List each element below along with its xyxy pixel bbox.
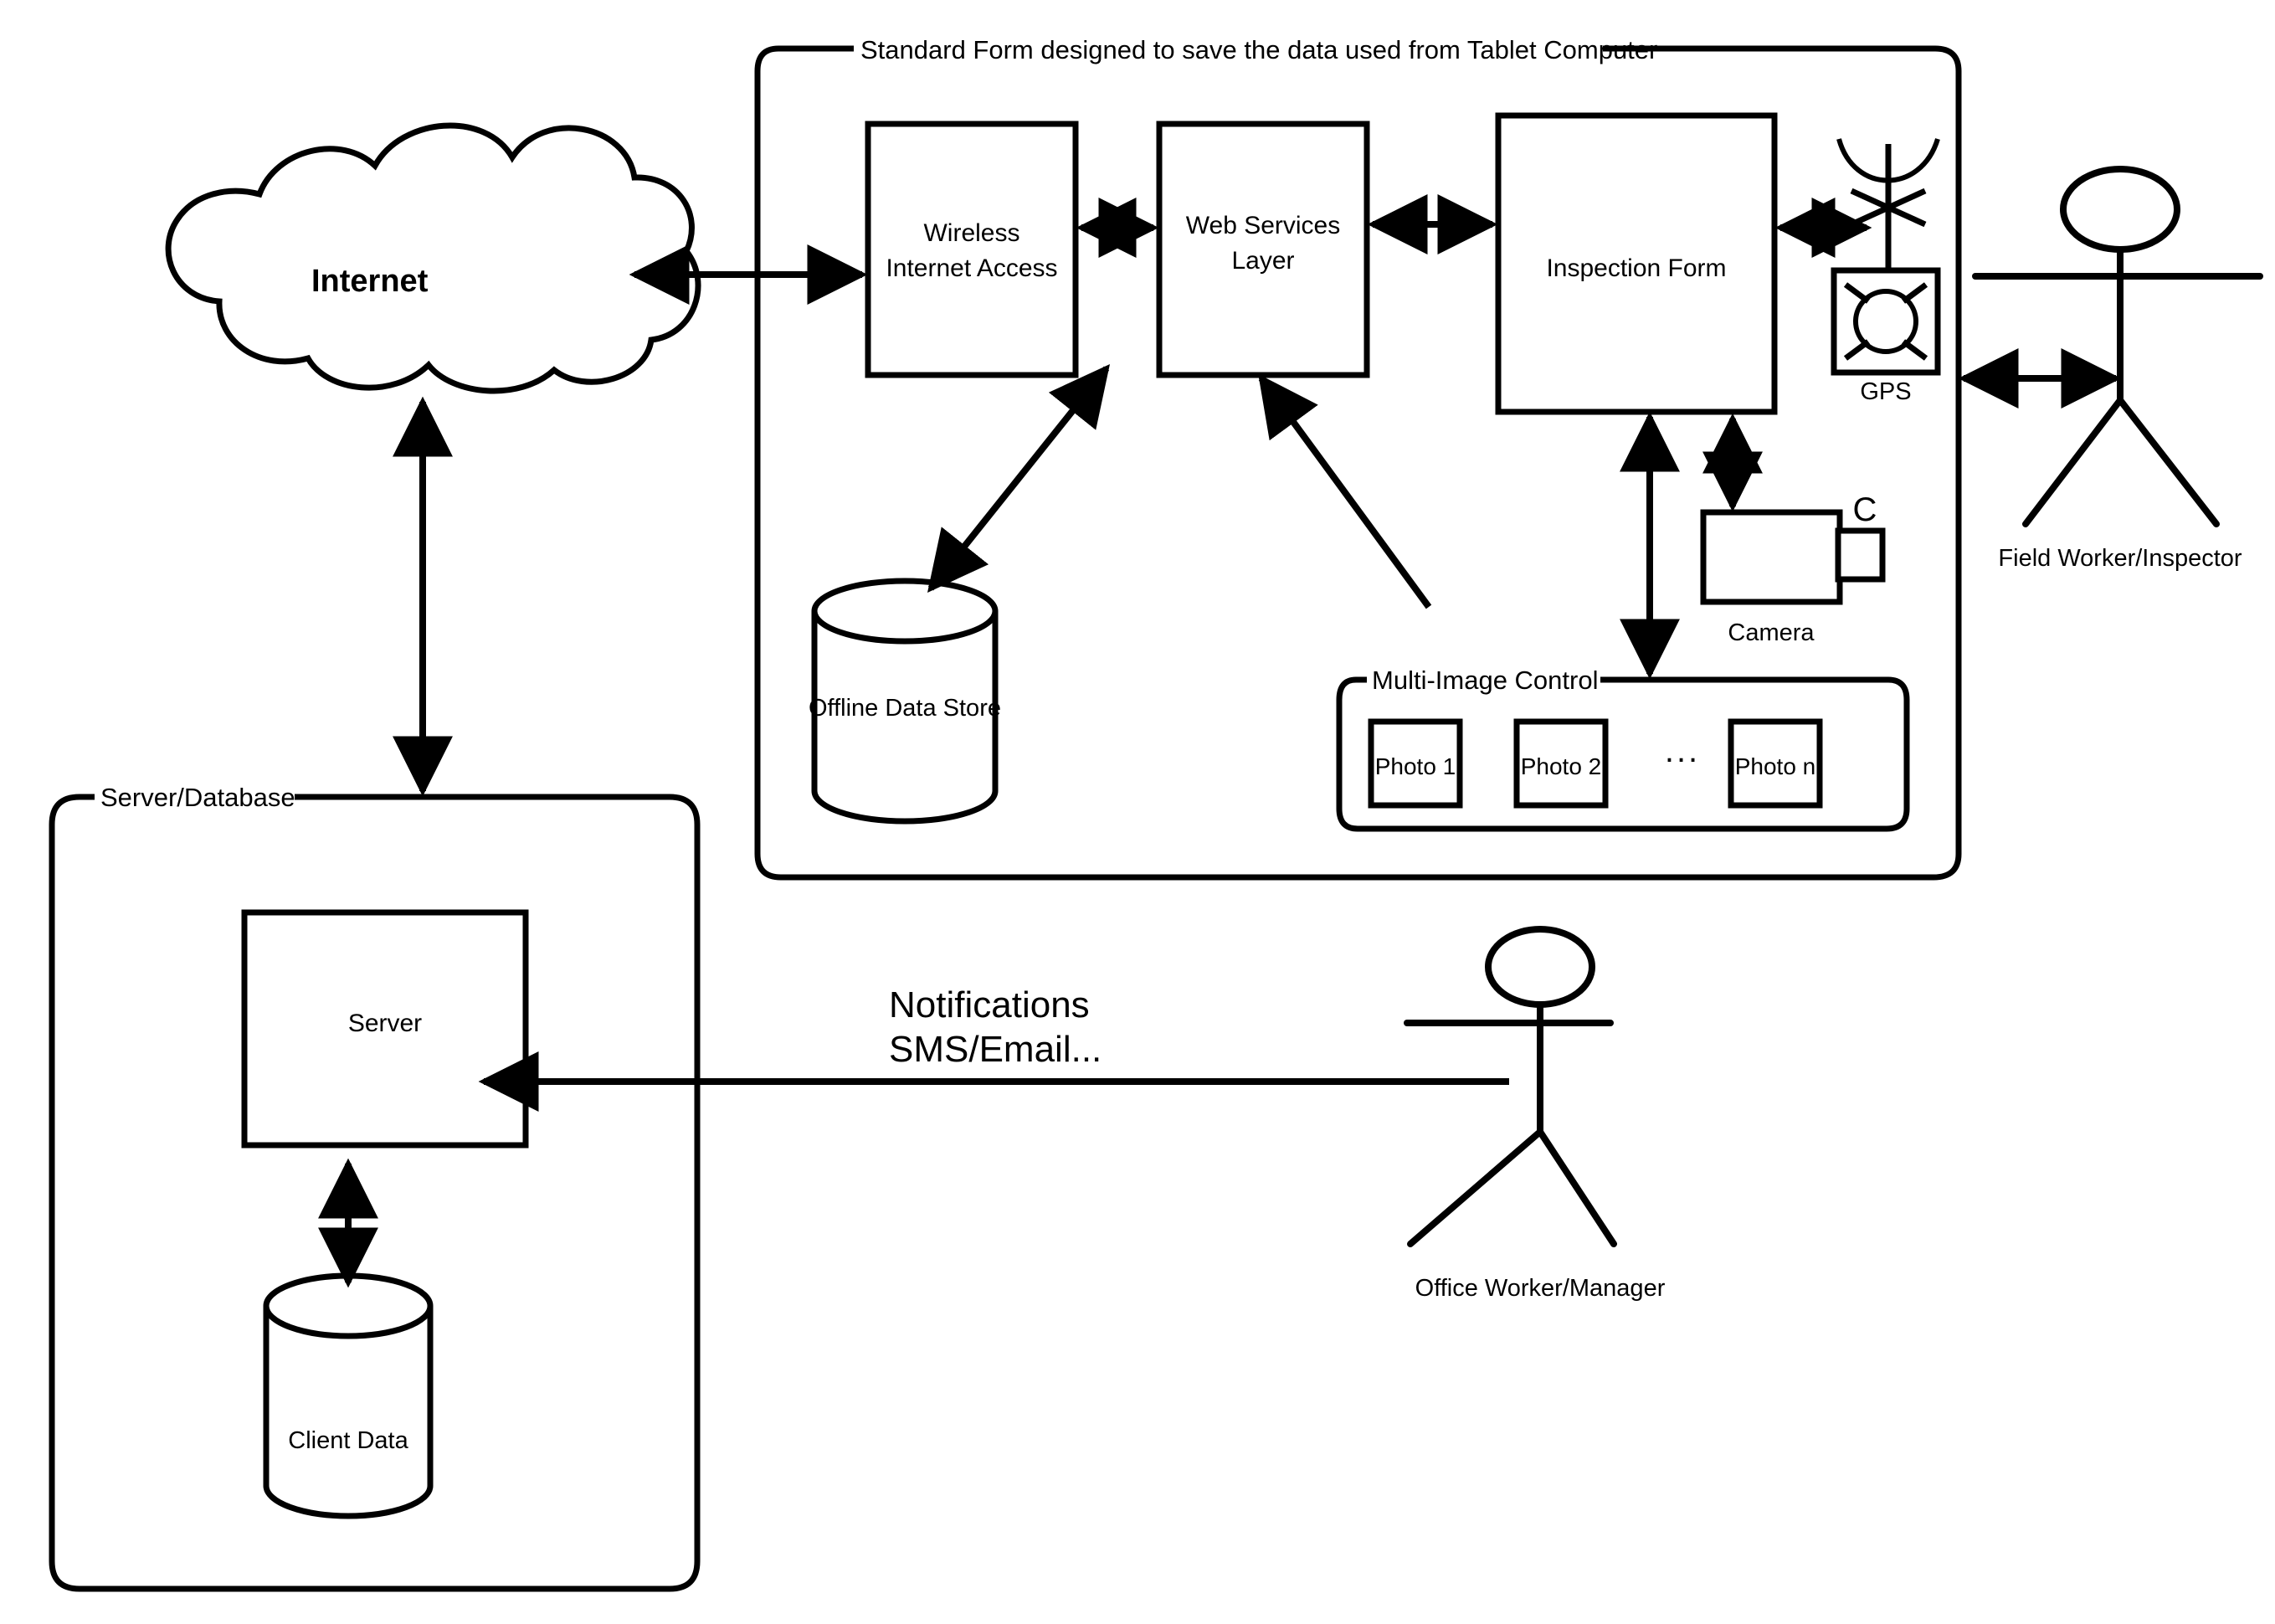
offline-data-store-label: Offline Data Store: [809, 695, 1001, 722]
web-services-box-label-line2: Layer: [1231, 247, 1294, 275]
client-data-top: [263, 1272, 434, 1339]
offline-data-store-top: [811, 578, 999, 645]
wireless-internet-access-box: Wireless Internet Access: [865, 121, 1079, 378]
server-group-label: Server/Database: [100, 783, 295, 812]
notification-label-line2: SMS/Email...: [889, 1029, 1102, 1070]
photo-1-label: Photo 1: [1375, 753, 1456, 779]
field-worker-leg-right: [2117, 397, 2220, 527]
gps-icon: GPS: [1831, 138, 1941, 405]
office-worker-head: [1485, 926, 1595, 1008]
field-worker-label: Field Worker/Inspector: [1998, 545, 2242, 572]
cloud-label: Internet: [311, 264, 429, 299]
web-services-box-label-line1: Web Services: [1186, 212, 1341, 239]
multi-image-control-group: Multi-Image Control Photo 1 Photo 2 ... …: [1336, 666, 1910, 832]
wireless-box-label-line1: Wireless: [923, 219, 1019, 247]
web-services-layer-box: Web Services Layer: [1156, 121, 1370, 378]
actor-field-worker: Field Worker/Inspector: [1972, 166, 2263, 572]
server-box-label: Server: [348, 1010, 422, 1037]
client-data-label: Client Data: [288, 1427, 408, 1454]
inspection-form-box-label: Inspection Form: [1546, 254, 1726, 282]
field-worker-leg-left: [2022, 397, 2124, 527]
photo-n-label: Photo n: [1735, 753, 1816, 779]
field-worker-head: [2060, 166, 2180, 253]
actor-office-worker: Office Worker/Manager: [1404, 926, 1666, 1302]
photo-thumbnail[interactable]: Photo n: [1728, 718, 1823, 809]
photo-thumbnail[interactable]: Photo 2: [1513, 718, 1609, 809]
tablet-group-label: Standard Form designed to save the data …: [860, 35, 1657, 64]
gps-label: GPS: [1860, 378, 1911, 405]
inspection-form-box: Inspection Form: [1495, 112, 1778, 415]
diagram-canvas: Standard Form designed to save the data …: [0, 0, 2275, 1624]
client-data-cylinder: Client Data: [263, 1272, 434, 1519]
camera-body: [1700, 509, 1843, 605]
office-worker-leg-left: [1407, 1128, 1543, 1247]
office-worker-label: Office Worker/Manager: [1415, 1275, 1666, 1302]
camera-badge-label: C: [1853, 491, 1877, 528]
server-database-group: Server/Database Server Client Data: [49, 783, 701, 1592]
internet-cloud: Internet: [165, 122, 701, 394]
office-worker-leg-right: [1537, 1128, 1617, 1247]
photo-thumbnail[interactable]: Photo 1: [1368, 718, 1463, 809]
camera-label: Camera: [1728, 619, 1815, 646]
connector-offlinestore-wireless: [927, 363, 1110, 594]
multi-image-group-label: Multi-Image Control: [1372, 666, 1598, 695]
wireless-box-rect: [865, 121, 1079, 378]
photo-2-label: Photo 2: [1521, 753, 1602, 779]
photos-ellipsis: ...: [1665, 732, 1700, 769]
cloud-shape: [165, 122, 701, 394]
connector-inbound-webservices: [1258, 373, 1432, 609]
camera-lens: [1835, 527, 1886, 583]
offline-data-store-cylinder: Offline Data Store: [809, 578, 1001, 825]
camera-icon: C Camera: [1700, 491, 1886, 646]
notification-label-line1: Notifications: [889, 984, 1090, 1025]
wireless-box-label-line2: Internet Access: [886, 254, 1057, 282]
architecture-diagram: Standard Form designed to save the data …: [49, 35, 2263, 1592]
